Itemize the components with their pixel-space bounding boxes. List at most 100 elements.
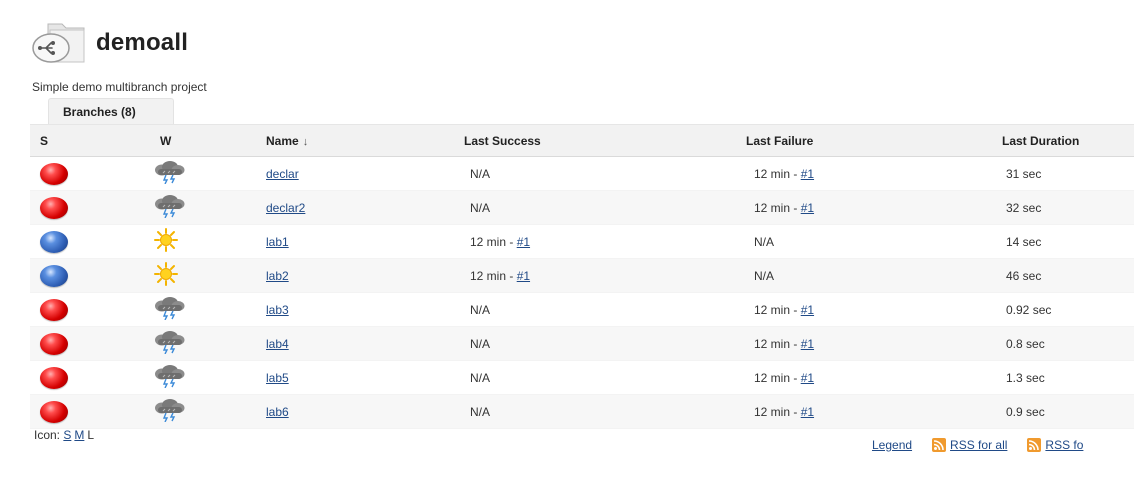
rss-failures-link[interactable]: RSS fo <box>1045 438 1083 452</box>
status-cell <box>30 360 140 395</box>
status-cell <box>30 190 140 225</box>
icon-size-selector: Icon: SML <box>34 428 94 442</box>
branch-link[interactable]: lab4 <box>266 337 289 351</box>
icon-size-medium-link[interactable]: M <box>74 428 84 442</box>
last-success-build-link[interactable]: #1 <box>517 235 530 249</box>
status-cell <box>30 292 140 327</box>
status-cell <box>30 156 140 191</box>
status-blue-ball-icon[interactable] <box>40 264 68 287</box>
status-red-ball-icon[interactable] <box>40 332 68 355</box>
weather-cell <box>140 360 250 395</box>
last-success-cell: N/A <box>450 190 722 225</box>
last-success-time: N/A <box>470 404 491 419</box>
tab-branches[interactable]: Branches (8) <box>48 98 174 124</box>
legend-link[interactable]: Legend <box>872 438 912 452</box>
column-header-status[interactable]: S <box>30 124 140 157</box>
weather-cell <box>140 156 250 191</box>
status-blue-ball-icon[interactable] <box>40 230 68 253</box>
branch-link[interactable]: lab6 <box>266 405 289 419</box>
last-duration-cell: 31 sec <box>986 156 1134 191</box>
branch-name-cell: declar2 <box>250 190 450 225</box>
last-success-cell: N/A <box>450 326 722 361</box>
last-success-time: 12 min - <box>470 234 517 249</box>
last-success-time: N/A <box>470 336 491 351</box>
table-row: declar2 N/A 12 min - #1 32 sec <box>30 190 1134 225</box>
weather-cell <box>140 326 250 361</box>
weather-sun-icon[interactable] <box>152 262 180 289</box>
last-failure-time: 12 min - <box>754 336 801 351</box>
last-duration-cell: 0.92 sec <box>986 292 1134 327</box>
last-success-build-link[interactable]: #1 <box>517 269 530 283</box>
branch-link[interactable]: lab5 <box>266 371 289 385</box>
status-red-ball-icon[interactable] <box>40 366 68 389</box>
last-failure-time: N/A <box>754 268 775 283</box>
status-red-ball-icon[interactable] <box>40 400 68 423</box>
last-success-cell: N/A <box>450 156 722 191</box>
last-failure-build-link[interactable]: #1 <box>801 167 814 181</box>
last-success-cell: 12 min - #1 <box>450 258 722 293</box>
branch-link[interactable]: lab1 <box>266 235 289 249</box>
last-failure-build-link[interactable]: #1 <box>801 405 814 419</box>
last-failure-build-link[interactable]: #1 <box>801 371 814 385</box>
weather-storm-icon[interactable] <box>152 330 186 357</box>
weather-storm-icon[interactable] <box>152 398 186 425</box>
last-success-cell: 12 min - #1 <box>450 224 722 259</box>
last-failure-cell: 12 min - #1 <box>722 292 986 327</box>
weather-storm-icon[interactable] <box>152 194 186 221</box>
column-header-last-failure[interactable]: Last Failure <box>722 124 986 157</box>
status-red-ball-icon[interactable] <box>40 196 68 219</box>
branches-table: S W Name ↓ Last Success Last Failure Last… <box>30 124 1134 429</box>
rss-all-link[interactable]: RSS for all <box>950 438 1007 452</box>
branch-link[interactable]: declar2 <box>266 201 305 215</box>
status-cell <box>30 224 140 259</box>
last-failure-cell: N/A <box>722 224 986 259</box>
last-duration-cell: 14 sec <box>986 224 1134 259</box>
weather-storm-icon[interactable] <box>152 364 186 391</box>
last-success-time: N/A <box>470 200 491 215</box>
last-failure-build-link[interactable]: #1 <box>801 337 814 351</box>
last-failure-time: 12 min - <box>754 302 801 317</box>
weather-sun-icon[interactable] <box>152 228 180 255</box>
last-failure-cell: 12 min - #1 <box>722 190 986 225</box>
column-header-last-success[interactable]: Last Success <box>450 124 722 157</box>
rss-icon <box>932 438 947 452</box>
status-red-ball-icon[interactable] <box>40 298 68 321</box>
branch-link[interactable]: lab3 <box>266 303 289 317</box>
table-row: lab4 N/A 12 min - #1 0.8 sec <box>30 326 1134 361</box>
icon-size-label: Icon: <box>34 428 61 442</box>
table-row: lab6 N/A 12 min - #1 0.9 sec <box>30 394 1134 429</box>
column-header-last-duration[interactable]: Last Duration <box>986 124 1134 157</box>
status-red-ball-icon[interactable] <box>40 162 68 185</box>
last-failure-cell: N/A <box>722 258 986 293</box>
status-cell <box>30 258 140 293</box>
column-header-weather[interactable]: W <box>140 124 250 157</box>
last-success-time: N/A <box>470 166 491 181</box>
branch-link[interactable]: lab2 <box>266 269 289 283</box>
last-failure-cell: 12 min - #1 <box>722 326 986 361</box>
branch-name-cell: lab1 <box>250 224 450 259</box>
weather-cell <box>140 394 250 429</box>
last-failure-time: 12 min - <box>754 200 801 215</box>
project-description: Simple demo multibranch project <box>32 80 207 94</box>
last-failure-time: 12 min - <box>754 370 801 385</box>
weather-cell <box>140 190 250 225</box>
branch-link[interactable]: declar <box>266 167 299 181</box>
footer-links: Legend RSS for all RSS fo <box>872 438 1089 452</box>
column-header-name[interactable]: Name ↓ <box>250 124 450 157</box>
last-success-time: N/A <box>470 302 491 317</box>
branch-name-cell: lab3 <box>250 292 450 327</box>
branch-name-cell: declar <box>250 156 450 191</box>
weather-storm-icon[interactable] <box>152 296 186 323</box>
table-row: lab1 12 min - #1 N/A 14 sec <box>30 224 1134 259</box>
last-failure-build-link[interactable]: #1 <box>801 201 814 215</box>
last-failure-build-link[interactable]: #1 <box>801 303 814 317</box>
table-header-row: S W Name ↓ Last Success Last Failure Last… <box>30 124 1134 157</box>
icon-size-small-link[interactable]: S <box>63 428 71 442</box>
table-row: declar N/A 12 min - #1 31 sec <box>30 156 1134 191</box>
page-header: demoall <box>28 18 188 68</box>
last-failure-cell: 12 min - #1 <box>722 156 986 191</box>
last-duration-cell: 0.9 sec <box>986 394 1134 429</box>
weather-storm-icon[interactable] <box>152 160 186 187</box>
last-success-cell: N/A <box>450 292 722 327</box>
branch-name-cell: lab4 <box>250 326 450 361</box>
